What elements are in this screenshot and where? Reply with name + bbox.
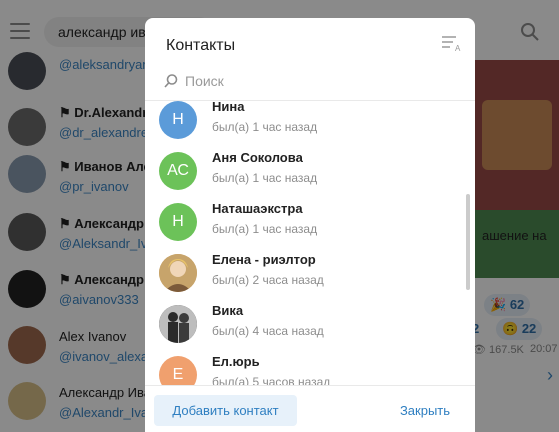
contact-status: был(а) 2 часа назад — [212, 273, 324, 287]
contact-name: Наташаэкстра — [212, 201, 303, 216]
contact-status: был(а) 1 час назад — [212, 222, 318, 236]
sort-icon[interactable]: A — [441, 34, 463, 52]
add-contact-button[interactable]: Добавить контакт — [154, 395, 297, 426]
contacts-search-input[interactable] — [185, 70, 455, 92]
dialog-title: Контакты — [166, 37, 236, 54]
contact-name: Елена - риэлтор — [212, 252, 316, 267]
avatar — [159, 305, 197, 343]
contact-name: Аня Соколова — [212, 150, 303, 165]
contact-name: Вика — [212, 303, 244, 318]
user-photo-icon — [159, 254, 197, 292]
close-button[interactable]: Закрыть — [383, 395, 467, 426]
svg-text:A: A — [455, 44, 461, 52]
contact-item[interactable]: Вика был(а) 4 часа назад — [145, 297, 467, 348]
divider — [145, 385, 475, 386]
contact-item[interactable]: АС Аня Соколова был(а) 1 час назад — [145, 144, 467, 195]
scrollbar[interactable] — [466, 194, 470, 290]
avatar: Н — [159, 203, 197, 241]
avatar: Н — [159, 101, 197, 139]
contacts-list: Н Нина был(а) 1 час назад АС Аня Соколов… — [145, 101, 467, 385]
contact-status: был(а) 1 час назад — [212, 120, 318, 134]
contact-name: Ел.юрь — [212, 354, 260, 369]
contact-item[interactable]: Е Ел.юрь был(а) 5 часов назад — [145, 348, 467, 385]
contact-name: Нина — [212, 101, 245, 114]
contact-item[interactable]: Н Нина был(а) 1 час назад — [145, 101, 467, 144]
user-photo-icon — [159, 305, 197, 343]
contacts-dialog: Контакты A Н Нина был(а) 1 час назад АС … — [145, 18, 475, 432]
contact-status: был(а) 4 часа назад — [212, 324, 324, 338]
avatar — [159, 254, 197, 292]
avatar: Е — [159, 356, 197, 385]
contact-status: был(а) 5 часов назад — [212, 375, 331, 385]
contact-item[interactable]: Н Наташаэкстра был(а) 1 час назад — [145, 195, 467, 246]
contact-status: был(а) 1 час назад — [212, 171, 318, 185]
avatar: АС — [159, 152, 197, 190]
contact-item[interactable]: Елена - риэлтор был(а) 2 часа назад — [145, 246, 467, 297]
search-icon — [164, 74, 178, 88]
